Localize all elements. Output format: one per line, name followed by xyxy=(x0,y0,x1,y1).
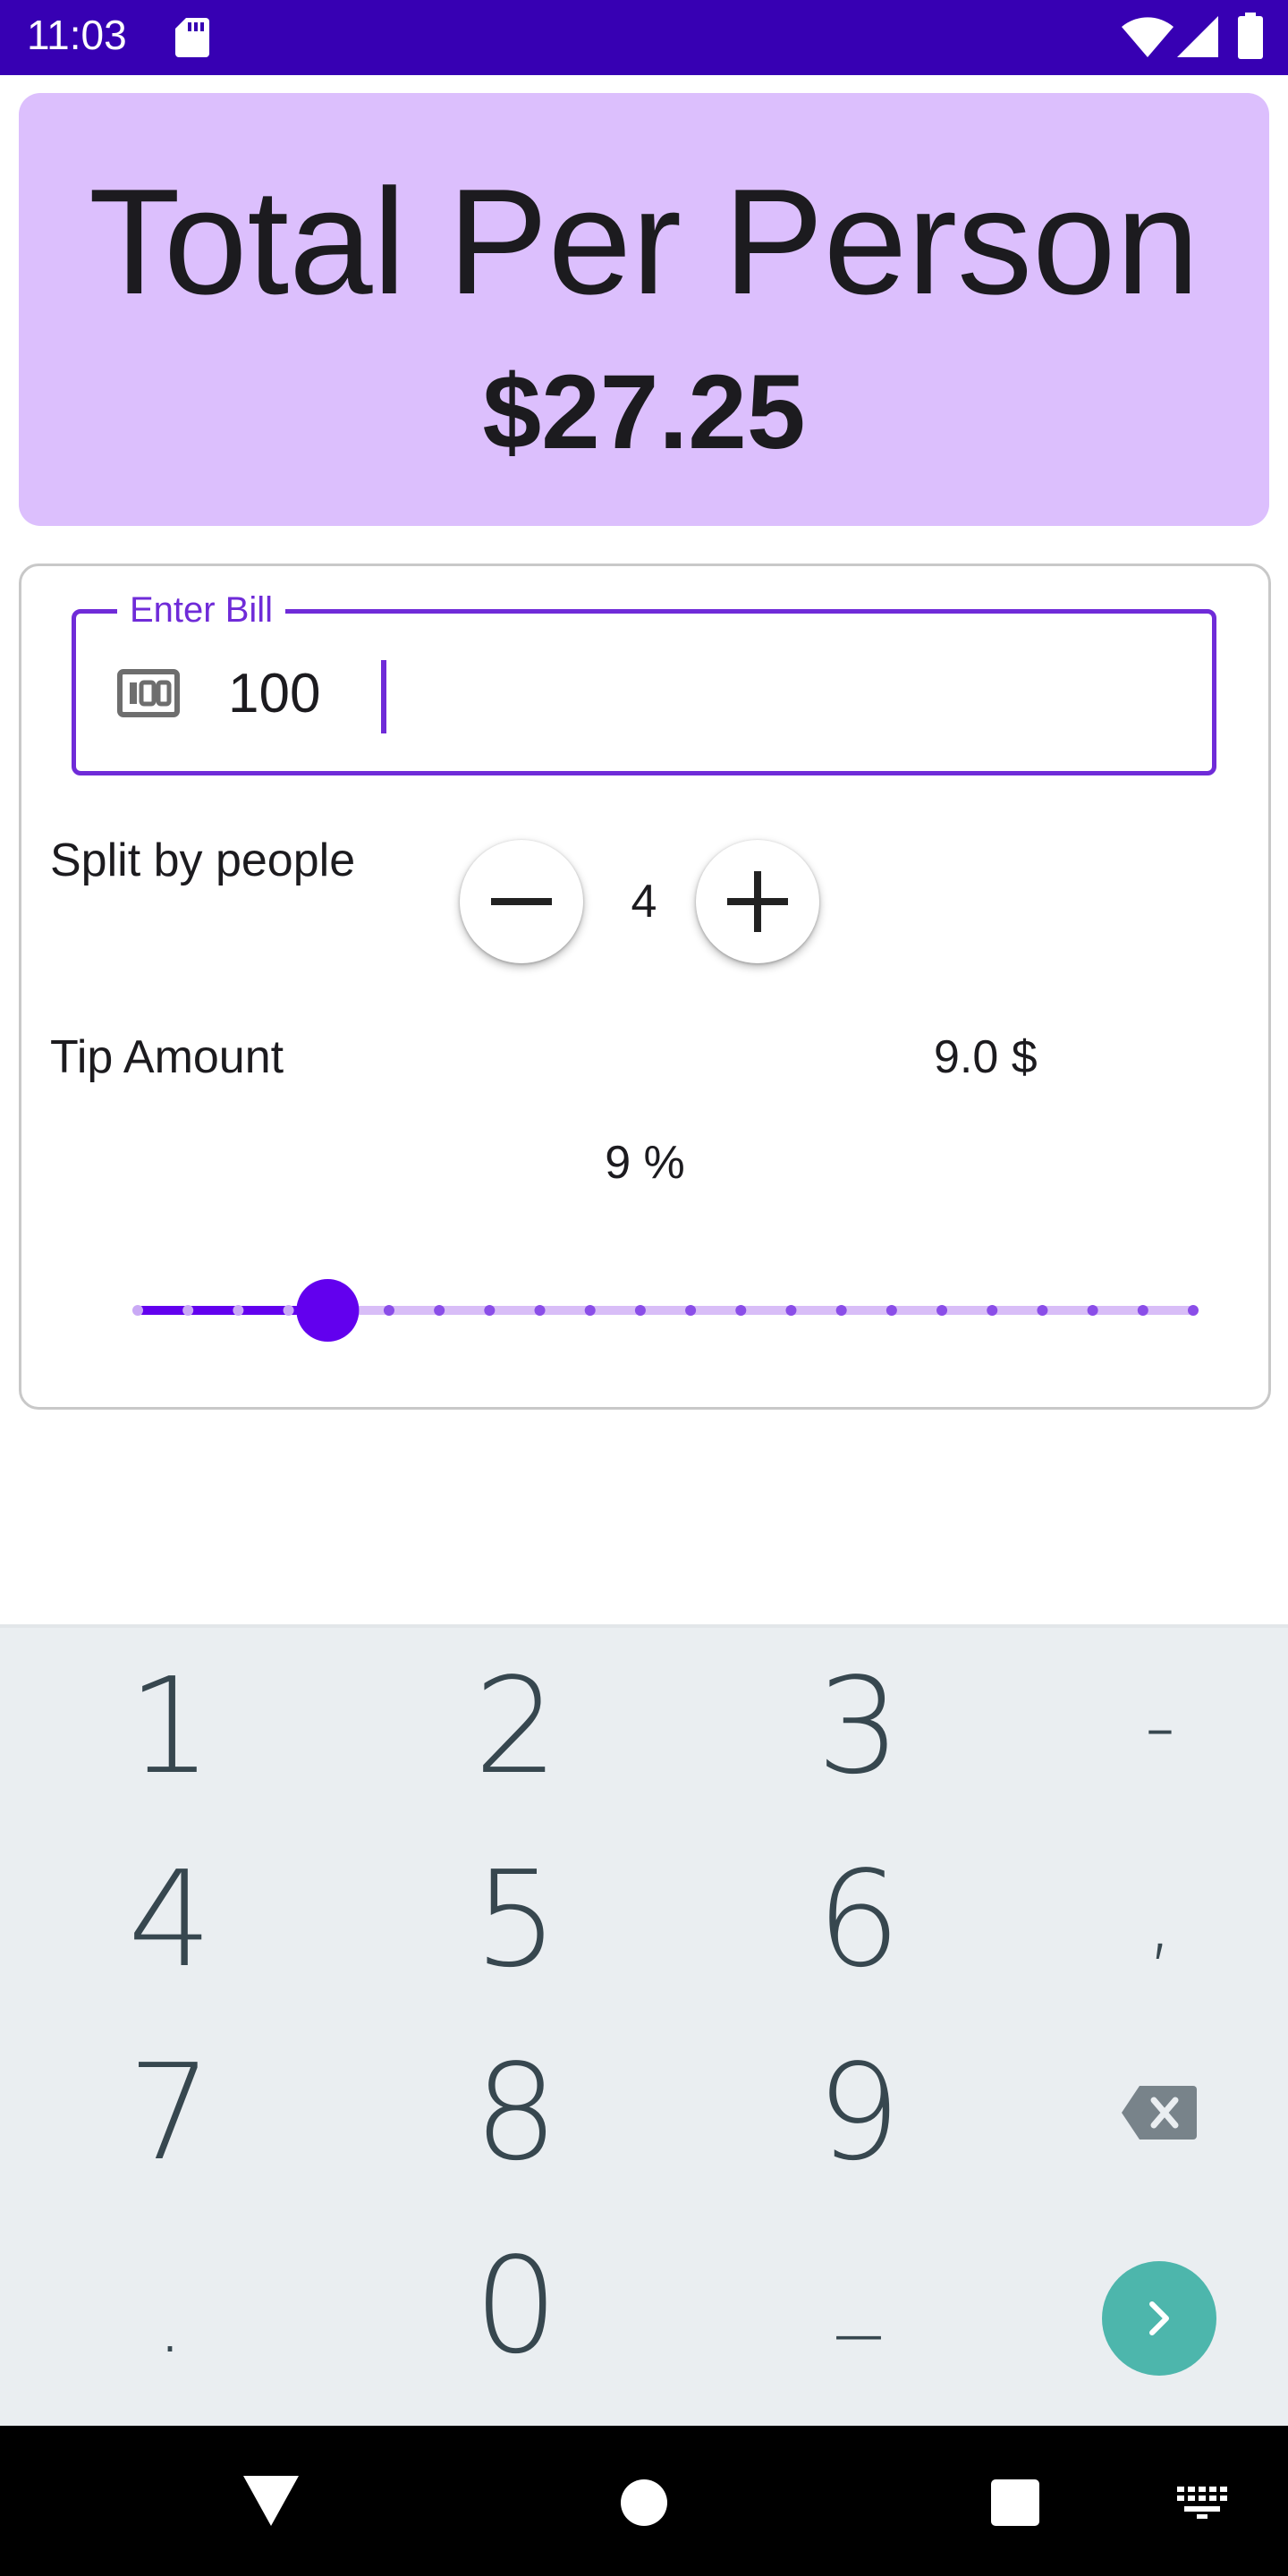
tip-percent: 9 % xyxy=(605,1137,685,1189)
bill-form-card: Enter Bill 100 Split by people 4 Tip Amo… xyxy=(19,564,1271,1410)
text-cursor xyxy=(381,660,386,733)
slider-tick xyxy=(634,1305,646,1316)
minus-icon xyxy=(491,898,552,905)
slider-tick xyxy=(434,1305,445,1316)
money-icon xyxy=(117,669,180,717)
key-5[interactable]: 5 xyxy=(427,1839,606,2000)
sd-card-icon xyxy=(175,18,209,57)
status-bar: 11:03 xyxy=(0,0,1288,75)
key-3[interactable]: 3 xyxy=(769,1646,948,1807)
plus-icon xyxy=(727,871,788,932)
wifi-icon xyxy=(1122,17,1174,57)
total-title: Total Per Person xyxy=(89,157,1199,326)
slider-tick xyxy=(835,1305,847,1316)
key-7[interactable]: 7 xyxy=(80,2032,259,2193)
backspace-icon[interactable] xyxy=(1122,2086,1197,2140)
key-1[interactable]: 1 xyxy=(80,1646,259,1807)
bill-input-value[interactable]: 100 xyxy=(228,658,320,730)
key-comma[interactable]: , xyxy=(1071,1839,1250,2000)
back-icon[interactable] xyxy=(243,2476,299,2526)
slider-tick xyxy=(584,1305,596,1316)
key-dash[interactable]: - xyxy=(1071,1646,1250,1807)
tip-amount-value: 9.0 $ xyxy=(934,1031,1038,1083)
slider-tick xyxy=(484,1305,496,1316)
recents-icon[interactable] xyxy=(991,2479,1039,2526)
key-2[interactable]: 2 xyxy=(427,1646,606,1807)
total-amount: $27.25 xyxy=(482,353,806,471)
slider-tick xyxy=(785,1305,797,1316)
split-by-people-label: Split by people xyxy=(50,835,356,886)
slider-tick xyxy=(685,1305,697,1316)
status-time: 11:03 xyxy=(27,12,127,58)
bill-input-field[interactable]: Enter Bill 100 xyxy=(72,587,1216,775)
key-8[interactable]: 8 xyxy=(427,2032,606,2193)
slider-tick xyxy=(1188,1305,1199,1316)
increase-people-button[interactable] xyxy=(696,840,819,963)
total-per-person-card: Total Per Person $27.25 xyxy=(19,93,1269,526)
key-9[interactable]: 9 xyxy=(769,2032,948,2193)
slider-tick xyxy=(233,1305,244,1316)
key-underscore[interactable]: _ xyxy=(769,2209,948,2370)
tip-slider[interactable] xyxy=(111,1275,1202,1346)
go-key[interactable] xyxy=(1102,2261,1216,2376)
bill-field-label: Enter Bill xyxy=(117,587,286,633)
slider-thumb[interactable] xyxy=(296,1279,360,1342)
slider-tick xyxy=(987,1305,998,1316)
battery-icon xyxy=(1238,13,1263,59)
slider-tick xyxy=(132,1305,143,1316)
navigation-bar xyxy=(0,2426,1288,2576)
decrease-people-button[interactable] xyxy=(460,840,583,963)
key-6[interactable]: 6 xyxy=(769,1839,948,2000)
slider-tick xyxy=(735,1305,747,1316)
slider-tick xyxy=(1137,1305,1148,1316)
slider-tick xyxy=(182,1305,194,1316)
slider-tick xyxy=(1037,1305,1048,1316)
slider-tick xyxy=(886,1305,897,1316)
numeric-keyboard: 1 2 3 - 4 5 6 , 7 8 9 . 0 _ xyxy=(0,1624,1288,2426)
home-icon[interactable] xyxy=(621,2479,667,2526)
slider-tick xyxy=(383,1305,394,1316)
key-0[interactable]: 0 xyxy=(427,2225,606,2386)
slider-tick xyxy=(534,1305,546,1316)
people-count: 4 xyxy=(631,876,657,928)
tip-amount-label: Tip Amount xyxy=(50,1031,284,1083)
slider-tick xyxy=(1087,1305,1098,1316)
keyboard-switch-icon[interactable] xyxy=(1177,2487,1227,2519)
chevron-right-icon xyxy=(1149,2301,1169,2335)
slider-tick xyxy=(936,1305,948,1316)
signal-icon xyxy=(1177,16,1218,57)
key-4[interactable]: 4 xyxy=(80,1839,259,2000)
slider-tick xyxy=(283,1305,294,1316)
key-period[interactable]: . xyxy=(80,2241,259,2402)
